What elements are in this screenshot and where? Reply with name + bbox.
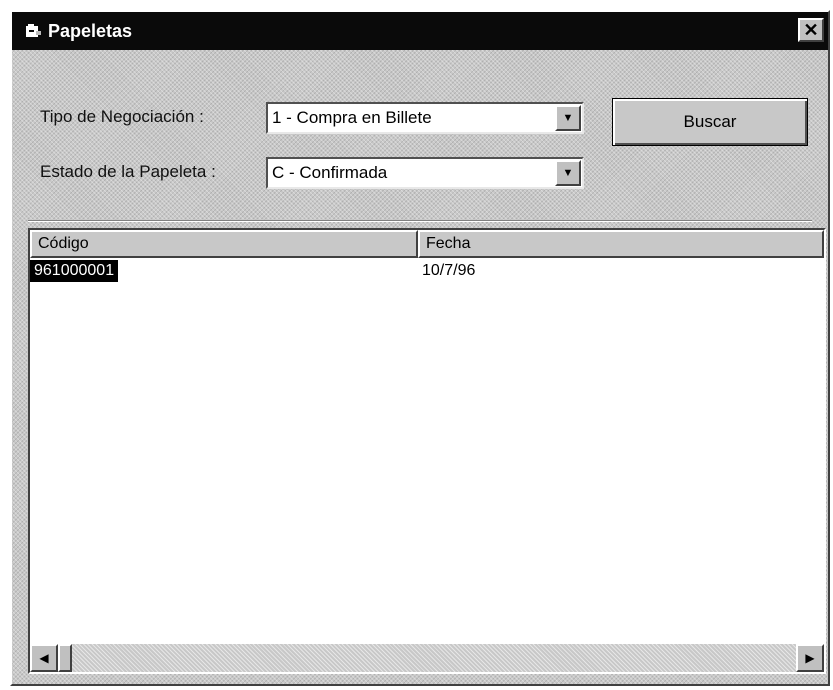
scroll-thumb[interactable]: [58, 644, 72, 672]
table-row[interactable]: 961000001 10/7/96: [30, 260, 824, 284]
buscar-button-label: Buscar: [683, 112, 737, 131]
chevron-down-icon: ▼: [562, 112, 574, 124]
cell-codigo[interactable]: 961000001: [30, 260, 119, 282]
estado-papeleta-select[interactable]: C - Confirmada ▼: [266, 157, 584, 189]
estado-papeleta-dropdown-button[interactable]: ▼: [555, 160, 581, 186]
column-header-codigo[interactable]: Código: [30, 230, 418, 258]
title-bar[interactable]: Papeletas ✕: [12, 12, 828, 50]
window-title: Papeletas: [48, 20, 133, 41]
tipo-negociacion-select[interactable]: 1 - Compra en Billete ▼: [266, 102, 584, 134]
tipo-negociacion-value: 1 - Compra en Billete: [272, 108, 432, 127]
papeletas-list[interactable]: Código Fecha 961000001 10/7/96 ◀ ▶: [28, 228, 826, 674]
scroll-right-icon: ▶: [805, 651, 815, 665]
separator: [28, 220, 812, 222]
cell-fecha: 10/7/96: [422, 262, 476, 279]
scroll-left-button[interactable]: ◀: [30, 644, 58, 672]
list-header: Código Fecha: [30, 230, 824, 258]
tipo-negociacion-dropdown-button[interactable]: ▼: [555, 105, 581, 131]
estado-papeleta-value: C - Confirmada: [272, 163, 388, 182]
close-icon: ✕: [803, 20, 819, 40]
papeletas-window: Papeletas ✕ Tipo de Negociación : 1 - Co…: [10, 10, 830, 686]
scroll-right-button[interactable]: ▶: [796, 644, 824, 672]
close-button[interactable]: ✕: [798, 18, 824, 42]
horizontal-scrollbar[interactable]: ◀ ▶: [30, 644, 824, 672]
papeletas-app-icon: [24, 23, 42, 39]
scroll-left-icon: ◀: [39, 651, 49, 665]
column-header-fecha[interactable]: Fecha: [418, 230, 824, 258]
estado-papeleta-label: Estado de la Papeleta :: [40, 162, 216, 181]
buscar-button[interactable]: Buscar: [612, 98, 808, 146]
chevron-down-icon: ▼: [562, 167, 574, 179]
tipo-negociacion-label: Tipo de Negociación :: [40, 107, 204, 126]
